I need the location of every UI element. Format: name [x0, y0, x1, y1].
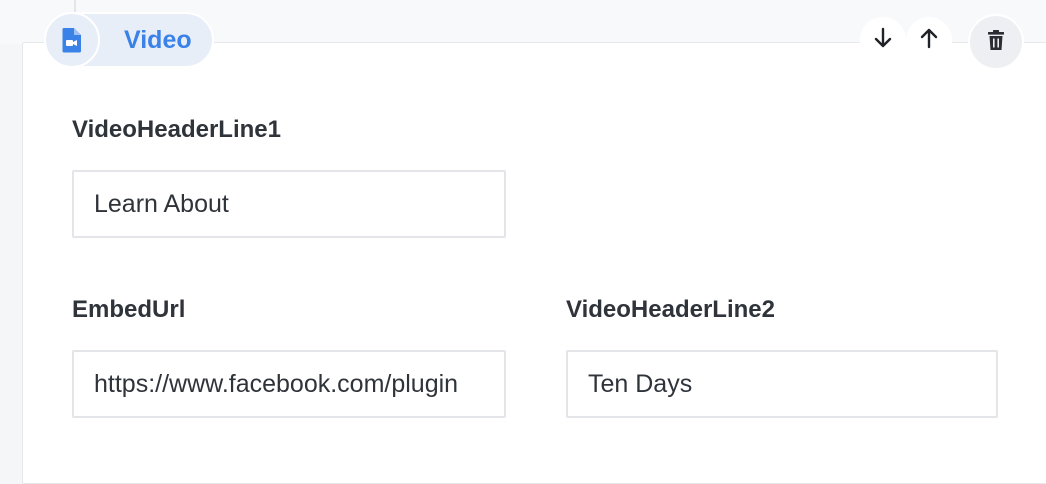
- block-type-chip: Video: [44, 12, 214, 68]
- video-header-line2-input[interactable]: [566, 350, 998, 418]
- arrow-up-icon: [919, 27, 939, 54]
- block-type-label: Video: [124, 26, 192, 54]
- video-header-line1-input[interactable]: [72, 170, 506, 238]
- delete-block-button[interactable]: [968, 14, 1024, 70]
- trash-icon: [986, 29, 1006, 56]
- move-up-button[interactable]: [906, 17, 952, 63]
- arrow-down-icon: [873, 27, 893, 54]
- move-down-button[interactable]: [860, 17, 906, 63]
- embed-url-input[interactable]: [72, 350, 506, 418]
- video-header-line1-label: VideoHeaderLine1: [72, 116, 281, 143]
- video-file-icon: [44, 12, 100, 68]
- video-header-line2-label: VideoHeaderLine2: [566, 296, 775, 323]
- embed-url-label: EmbedUrl: [72, 296, 186, 323]
